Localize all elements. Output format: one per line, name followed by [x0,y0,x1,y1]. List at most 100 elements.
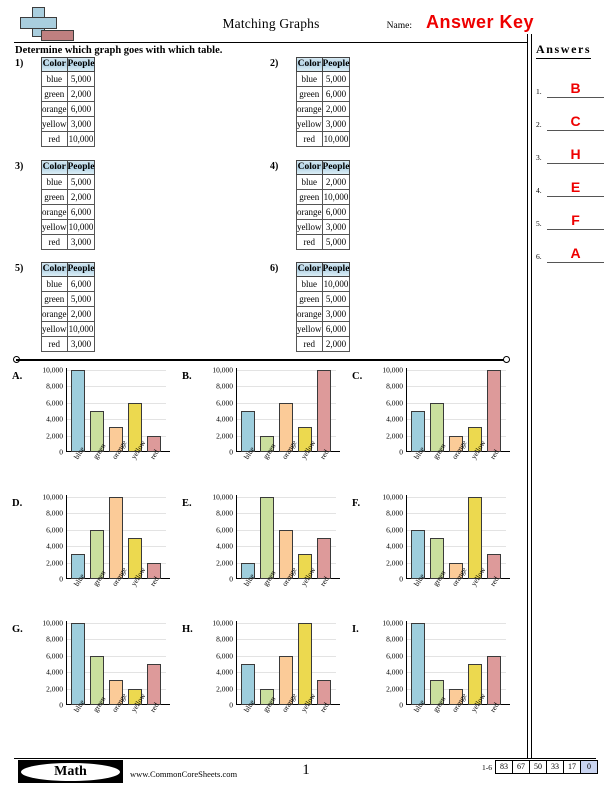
x-axis-labels: blue green orange yellow red [408,692,504,741]
bar-blue [410,623,425,705]
table-cell: 2,000 [321,101,351,117]
x-axis-labels: blue green orange yellow red [68,439,164,488]
y-tick-label: 2,000 [216,431,233,441]
table-cell: orange [296,101,323,117]
answer-row-6: 6. A [536,230,606,263]
table-row: red 2,000 [296,336,351,352]
y-tick-label: 8,000 [216,381,233,391]
answer-value: A [570,245,581,261]
table-cell: orange [41,101,68,117]
y-tick-label: 6,000 [386,398,403,408]
chart-i: I. 10,000 8,000 6,000 4,000 2,000 0 blue green or… [352,619,512,741]
chart-plot: 10,000 8,000 6,000 4,000 2,000 0 blue green oran… [372,366,510,464]
table-cell: 2,000 [66,86,96,102]
y-tick-label: 10,000 [212,365,233,375]
table-number: 4) [270,161,279,172]
chart-letter: C. [352,371,363,382]
answer-number: 1. [536,87,542,96]
table-cell: red [41,234,68,250]
chart-plot: 10,000 8,000 6,000 4,000 2,000 0 blue green oran… [32,493,170,591]
chart-axes [406,495,510,579]
chart-f: F. 10,000 8,000 6,000 4,000 2,000 0 blue green or… [352,493,512,615]
table-cell: yellow [296,116,323,132]
y-tick-label: 6,000 [216,398,233,408]
table-row: red 10,000 [41,131,96,147]
y-tick-label: 2,000 [216,558,233,568]
table-row: blue 10,000 [296,276,351,292]
y-tick-label: 10,000 [42,365,63,375]
table-row: green 2,000 [41,86,96,102]
table-cell: blue [296,276,323,292]
answer-number: 6. [536,252,542,261]
table-cell: 3,000 [66,234,96,250]
y-tick-label: 6,000 [46,525,63,535]
table-row: blue 5,000 [41,174,96,190]
data-table: Color People blue 2,000 green 10,000 orange 6,0… [296,160,351,250]
y-tick-label: 0 [399,700,403,710]
y-axis-labels: 10,000 8,000 6,000 4,000 2,000 0 [202,619,235,710]
column-header: Color [296,57,323,72]
chart-b: B. 10,000 8,000 6,000 4,000 2,000 0 blue green or… [182,366,342,488]
table-cell: 2,000 [66,189,96,205]
table-cell: 3,000 [321,306,351,322]
y-tick-label: 6,000 [46,651,63,661]
answer-value: H [570,146,581,162]
data-table: Color People blue 5,000 green 6,000 orange 2,00… [296,57,351,147]
chart-plot: 10,000 8,000 6,000 4,000 2,000 0 blue green oran… [32,619,170,717]
table-cell: 2,000 [321,174,351,190]
table-cell: 5,000 [321,234,351,250]
table-cell: 2,000 [66,306,96,322]
score-scale: 1-6 83 67 50 33 17 0 [482,760,598,774]
column-header: People [321,57,351,72]
table-number: 3) [15,161,24,172]
worksheet-page: Matching Graphs Name: Answer Key Determi… [0,0,612,792]
column-header: Color [296,160,323,175]
y-tick-label: 4,000 [216,414,233,424]
y-axis-labels: 10,000 8,000 6,000 4,000 2,000 0 [372,619,405,710]
bar-red [487,370,502,452]
table-cell: green [41,291,68,307]
column-header: Color [41,262,68,277]
chart-plot: 10,000 8,000 6,000 4,000 2,000 0 blue green oran… [372,493,510,591]
table-row: red 3,000 [41,336,96,352]
table-cell: blue [296,174,323,190]
table-cell: 5,000 [66,71,96,87]
score-cells: 83 67 50 33 17 0 [495,760,598,774]
y-tick-label: 4,000 [46,541,63,551]
column-header: People [321,262,351,277]
chart-plot: 10,000 8,000 6,000 4,000 2,000 0 blue green oran… [202,493,340,591]
y-tick-label: 6,000 [216,651,233,661]
table-cell: yellow [296,321,323,337]
table-cell: red [41,336,68,352]
table-cell: 10,000 [66,321,96,337]
bar-red [147,664,162,705]
y-tick-label: 4,000 [216,667,233,677]
x-axis-labels: blue green orange yellow red [238,692,334,741]
bar-group [238,623,334,705]
y-tick-label: 2,000 [386,558,403,568]
y-axis-line [236,495,237,579]
chart-letter: A. [12,371,23,382]
table-cell: orange [296,306,323,322]
answer-value: B [570,80,581,96]
table-row: red 5,000 [296,234,351,250]
score-cell: 67 [512,760,529,774]
table-cell: red [296,131,323,147]
table-number: 2) [270,58,279,69]
chart-letter: E. [182,498,192,509]
y-axis-labels: 10,000 8,000 6,000 4,000 2,000 0 [372,366,405,457]
y-tick-label: 2,000 [386,684,403,694]
table-row: yellow 3,000 [296,219,351,235]
data-table: Color People blue 10,000 green 5,000 orange 3,0… [296,262,351,352]
y-tick-label: 8,000 [46,508,63,518]
table-cell: yellow [41,321,68,337]
table-cell: 6,000 [66,101,96,117]
y-tick-label: 8,000 [216,508,233,518]
table-cell: 2,000 [321,336,351,352]
column-header: Color [41,160,68,175]
chart-axes [406,621,510,705]
x-axis-labels: blue green orange yellow red [238,439,334,488]
x-axis-labels: blue green orange yellow red [238,566,334,615]
table-cell: blue [41,71,68,87]
table-cell: 3,000 [66,116,96,132]
